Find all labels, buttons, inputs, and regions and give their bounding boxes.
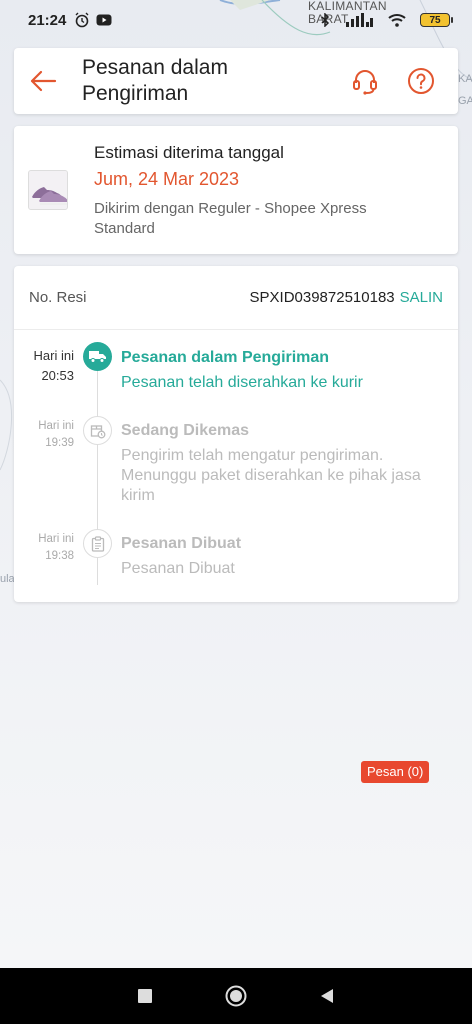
event-time: Hari ini 20:53: [33, 348, 74, 383]
timeline-event: Hari ini 20:53 Pesanan dalam Pengiriman …: [14, 342, 458, 416]
chat-button[interactable]: Pesan (0): [361, 761, 430, 783]
tracking-number-row: No. Resi SPXID039872510183 SALIN: [14, 266, 458, 330]
battery-indicator: 75: [420, 13, 453, 27]
svg-text:KA: KA: [458, 73, 472, 85]
shoe-icon: [29, 171, 67, 209]
tracking-card: No. Resi SPXID039872510183 SALIN Hari in…: [14, 266, 458, 602]
system-navigation-bar: [0, 968, 472, 1024]
event-description: Pesanan telah diserahkan ke kurir: [121, 374, 363, 391]
back-nav-button[interactable]: [307, 976, 347, 1016]
help-button[interactable]: [406, 66, 436, 96]
square-icon: [138, 989, 153, 1003]
clipboard-icon: [91, 535, 104, 552]
youtube-icon: [96, 14, 112, 26]
copy-button[interactable]: SALIN: [400, 289, 443, 306]
clock: 21:24: [28, 11, 67, 29]
event-title: Pesanan Dibuat: [121, 535, 242, 552]
page-title: Pesanan dalam Pengiriman: [82, 56, 228, 105]
tracking-number-label: No. Resi: [29, 289, 87, 306]
home-button[interactable]: [216, 976, 256, 1016]
bluetooth-icon: [320, 13, 330, 27]
svg-text:GA: GA: [458, 95, 472, 107]
event-title: Pesanan dalam Pengiriman: [121, 349, 330, 366]
customer-support-button[interactable]: [350, 66, 380, 96]
event-description: Pengirim telah mengatur pengiriman. Menu…: [121, 447, 421, 504]
event-time: Hari ini 19:38: [38, 533, 74, 562]
tracking-timeline: Hari ini 20:53 Pesanan dalam Pengiriman …: [14, 330, 458, 593]
alarm-icon: [74, 12, 90, 28]
recents-button[interactable]: [125, 976, 165, 1016]
timeline-event: Hari ini 19:38 Pesanan Dibuat Pesanan Di…: [14, 529, 458, 593]
event-status-dot: [83, 342, 112, 371]
wifi-icon: [388, 13, 406, 27]
estimate-label: Estimasi diterima tanggal: [94, 142, 284, 162]
arrow-left-icon: [30, 70, 57, 92]
tracking-number-value: SPXID039872510183: [249, 289, 395, 306]
circle-icon: [225, 985, 247, 1007]
product-thumbnail: [28, 170, 68, 210]
question-icon: [408, 68, 434, 94]
timeline-event: Hari ini 19:39 Sedang Dikemas Pengirim t…: [14, 416, 458, 529]
status-bar: 21:24 75: [0, 0, 472, 40]
delivery-estimate-card: Estimasi diterima tanggal Jum, 24 Mar 20…: [14, 126, 458, 254]
event-status-dot: [83, 416, 112, 445]
headset-icon: [353, 70, 377, 95]
header-card: Pesanan dalam Pengiriman: [14, 48, 458, 114]
event-title: Sedang Dikemas: [121, 422, 250, 439]
signal-icon: [344, 13, 374, 27]
courier-info: Dikirim dengan Reguler - Shopee Xpress S…: [94, 199, 367, 237]
truck-icon: [89, 351, 106, 363]
package-icon: [90, 424, 105, 438]
estimate-date: Jum, 24 Mar 2023: [94, 168, 240, 189]
back-button[interactable]: [14, 48, 72, 114]
triangle-back-icon: [320, 989, 333, 1003]
event-time: Hari ini 19:39: [38, 420, 74, 449]
event-description: Pesanan Dibuat: [121, 560, 235, 577]
event-status-dot: [83, 529, 112, 558]
